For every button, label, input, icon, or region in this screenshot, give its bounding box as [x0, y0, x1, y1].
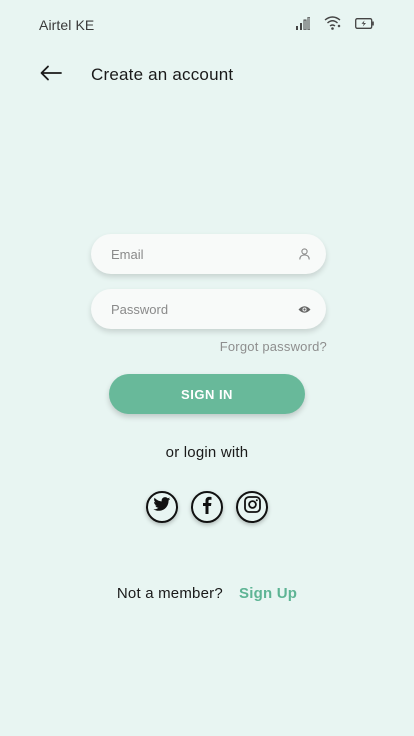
arrow-left-icon	[40, 65, 62, 86]
email-input[interactable]	[111, 234, 291, 274]
signup-prompt: Not a member? Sign Up	[0, 585, 414, 602]
carrier-label: Airtel KE	[39, 17, 95, 33]
not-member-text: Not a member?	[116, 585, 223, 602]
instagram-login-button[interactable]	[236, 491, 268, 523]
eye-icon[interactable]	[296, 301, 312, 317]
social-login-row	[146, 491, 268, 523]
back-button[interactable]	[38, 63, 64, 87]
status-icons	[296, 16, 374, 30]
header: Create an account	[0, 58, 414, 92]
password-field[interactable]	[91, 289, 326, 329]
password-input[interactable]	[111, 289, 291, 329]
forgot-password-link[interactable]: Forgot password?	[220, 339, 327, 354]
page-title: Create an account	[91, 65, 234, 84]
battery-icon	[355, 17, 374, 29]
email-field[interactable]	[91, 234, 326, 274]
signal-icon	[296, 16, 310, 30]
facebook-login-button[interactable]	[191, 491, 223, 523]
sign-up-link[interactable]: Sign Up	[239, 585, 297, 602]
login-screen: Airtel KE Create an account Email Forgot…	[0, 0, 414, 736]
sign-in-button[interactable]: SIGN IN	[109, 374, 305, 414]
social-login-prompt: or login with	[165, 444, 249, 461]
instagram-icon	[243, 496, 261, 518]
status-bar: Airtel KE	[0, 0, 414, 50]
twitter-icon	[153, 497, 171, 517]
wifi-icon	[324, 16, 341, 30]
facebook-icon	[202, 496, 212, 519]
user-icon	[296, 246, 312, 262]
twitter-login-button[interactable]	[146, 491, 178, 523]
